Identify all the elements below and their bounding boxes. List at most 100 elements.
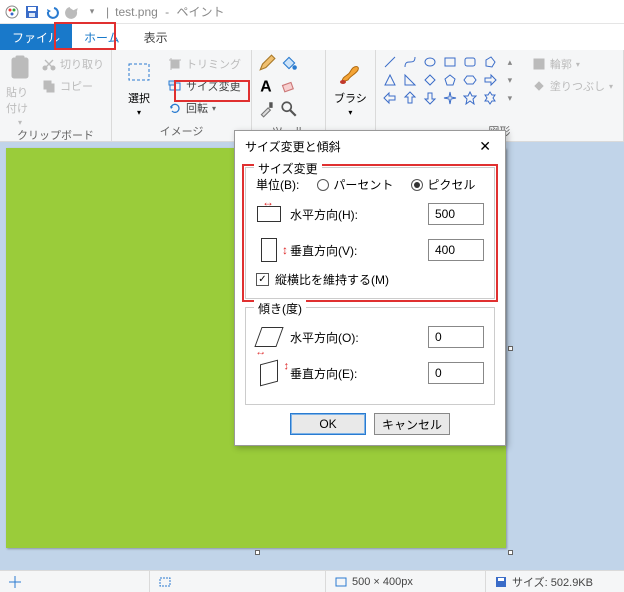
shape-rtriangle-icon[interactable] (402, 72, 418, 88)
skew-fieldset: 傾き(度) 水平方向(O): 垂直方向(E): (245, 307, 495, 405)
cut-label: 切り取り (60, 56, 104, 72)
svg-text:A: A (260, 79, 271, 95)
horizontal-label: 水平方向(H): (290, 206, 420, 223)
group-clipboard: 貼り付け ▾ 切り取り コピー クリップボード (0, 50, 112, 141)
shape-more-icon[interactable]: ▾ (502, 90, 518, 106)
dialog-title: サイズ変更と傾斜 (245, 138, 341, 155)
skew-vertical-input[interactable] (428, 362, 484, 384)
select-label: 選択 (128, 90, 150, 106)
shapes-gallery[interactable]: ▴ ▾ ▾ (382, 54, 518, 123)
shape-scroll-up-icon[interactable]: ▴ (502, 54, 518, 70)
shape-triangle-icon[interactable] (382, 72, 398, 88)
skew-h-icon (256, 322, 282, 352)
filesize-icon (494, 575, 508, 589)
rotate-button[interactable]: 回転 ▾ (164, 98, 245, 118)
pencil-icon[interactable] (258, 54, 276, 75)
skew-legend: 傾き(度) (254, 300, 306, 317)
outline-button: 輪郭▾ (528, 54, 617, 74)
app-icon (4, 4, 20, 20)
shape-arrow-right-icon[interactable] (482, 72, 498, 88)
handle-bottom[interactable] (255, 550, 260, 555)
tab-home[interactable]: ホーム (72, 24, 132, 50)
shape-arrow-up-icon[interactable] (402, 90, 418, 106)
paste-label: 貼り付け (6, 84, 34, 116)
close-icon[interactable]: ✕ (473, 136, 497, 157)
ribbon-tabs: ファイル ホーム 表示 (0, 24, 624, 50)
eraser-icon[interactable] (280, 77, 298, 98)
resize-button[interactable]: サイズ変更 (164, 76, 245, 96)
ok-button[interactable]: OK (290, 413, 366, 435)
shape-arrow-down-icon[interactable] (422, 90, 438, 106)
group-brush: ブラシ ▾ (326, 50, 376, 141)
text-icon[interactable]: A (258, 77, 276, 98)
shape-roundrect-icon[interactable] (462, 54, 478, 70)
shape-arrow-left-icon[interactable] (382, 90, 398, 106)
cut-button: 切り取り (38, 54, 108, 74)
aspect-checkbox[interactable]: ✓ (256, 273, 269, 286)
picker-icon[interactable] (258, 100, 276, 121)
save-icon[interactable] (24, 4, 40, 20)
shape-diamond-icon[interactable] (422, 72, 438, 88)
resize-label: サイズ変更 (186, 78, 241, 94)
group-tools: A ツール (252, 50, 326, 141)
copy-label: コピー (60, 78, 93, 94)
shape-scroll-down-icon[interactable]: ▾ (502, 72, 518, 88)
status-bar: 500 × 400px サイズ: 502.9KB (0, 570, 624, 592)
shape-curve-icon[interactable] (402, 54, 418, 70)
horizontal-input[interactable] (428, 203, 484, 225)
aspect-label: 縦横比を維持する(M) (275, 271, 389, 288)
title-separator: | (106, 5, 109, 19)
tab-file[interactable]: ファイル (0, 24, 72, 50)
rotate-label: 回転 (186, 100, 208, 116)
selection-size-icon (158, 575, 172, 589)
shape-rect-icon[interactable] (442, 54, 458, 70)
status-filesize: サイズ: 502.9KB (486, 571, 624, 592)
fill-icon[interactable] (280, 54, 298, 75)
status-cursor (0, 571, 150, 592)
shape-oval-icon[interactable] (422, 54, 438, 70)
skew-horizontal-label: 水平方向(O): (290, 329, 420, 346)
radio-pixel-label: ピクセル (427, 176, 475, 193)
status-filesize-text: サイズ: 502.9KB (512, 574, 593, 590)
vertical-dim-icon (256, 235, 282, 265)
shape-star6-icon[interactable] (482, 90, 498, 106)
fill-button: 塗りつぶし▾ (528, 76, 617, 96)
skew-v-icon (256, 358, 282, 388)
shape-line-icon[interactable] (382, 54, 398, 70)
radio-percent[interactable]: パーセント (317, 176, 393, 193)
ribbon: 貼り付け ▾ 切り取り コピー クリップボード 選択 ▾ (0, 50, 624, 142)
cancel-button[interactable]: キャンセル (374, 413, 450, 435)
select-button[interactable]: 選択 ▾ (118, 54, 160, 123)
title-filename: test.png (115, 5, 158, 19)
trim-button: トリミング (164, 54, 245, 74)
paste-button: 貼り付け ▾ (6, 54, 34, 127)
vertical-input[interactable] (428, 239, 484, 261)
shape-star4-icon[interactable] (442, 90, 458, 106)
skew-horizontal-input[interactable] (428, 326, 484, 348)
shape-hexagon-icon[interactable] (462, 72, 478, 88)
magnifier-icon[interactable] (280, 100, 298, 121)
shape-pentagon-icon[interactable] (442, 72, 458, 88)
group-clipboard-label: クリップボード (6, 127, 105, 143)
status-selection (150, 571, 326, 592)
horizontal-dim-icon (256, 199, 282, 229)
radio-pixel[interactable]: ピクセル (411, 176, 475, 193)
undo-icon[interactable] (44, 4, 60, 20)
brush-button[interactable]: ブラシ ▾ (332, 54, 369, 123)
fill-label: 塗りつぶし (550, 78, 605, 94)
status-dimensions: 500 × 400px (326, 571, 486, 592)
handle-corner[interactable] (508, 550, 513, 555)
trim-label: トリミング (186, 56, 241, 72)
handle-right[interactable] (508, 346, 513, 351)
title-bar: ▾ | test.png - ペイント (0, 0, 624, 24)
shape-star5-icon[interactable] (462, 90, 478, 106)
shape-polygon-icon[interactable] (482, 54, 498, 70)
skew-vertical-label: 垂直方向(E): (290, 365, 420, 382)
unit-label: 単位(B): (256, 176, 299, 193)
tab-view[interactable]: 表示 (132, 24, 180, 50)
resize-fieldset: サイズ変更 単位(B): パーセント ピクセル 水平方向(H): 垂直方向(V)… (245, 167, 495, 299)
brush-label: ブラシ (334, 90, 367, 106)
redo-icon (64, 4, 80, 20)
resize-legend: サイズ変更 (254, 160, 322, 177)
qat-dropdown-icon[interactable]: ▾ (84, 4, 100, 20)
